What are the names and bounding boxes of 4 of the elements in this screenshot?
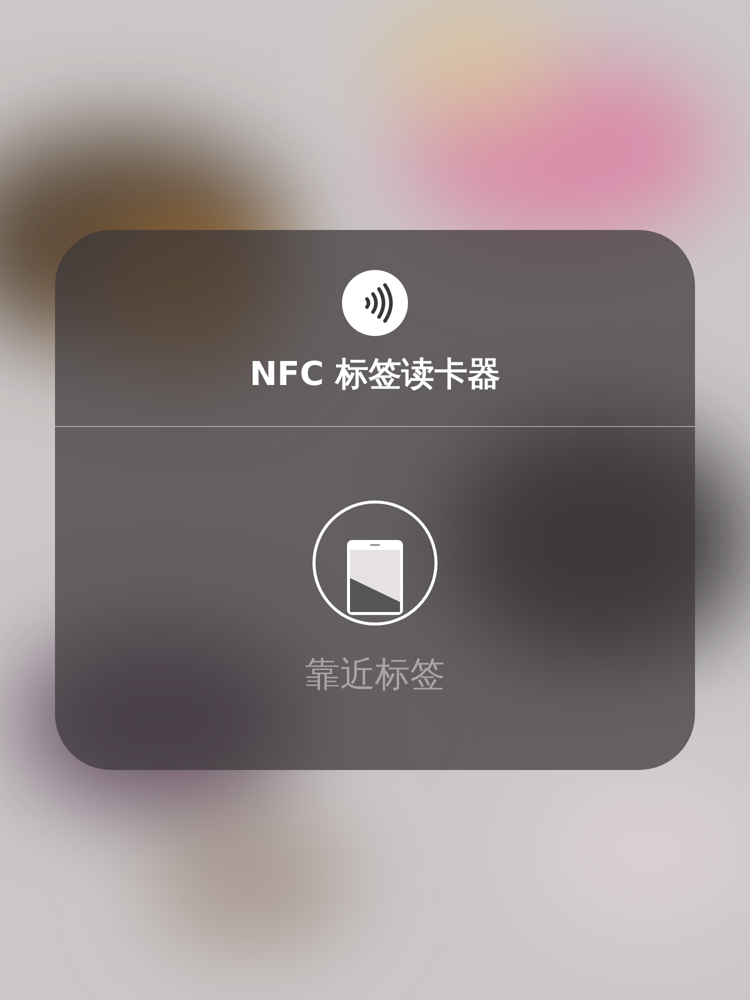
prompt-text: 靠近标签 (305, 654, 445, 696)
phone-scan-icon (312, 500, 438, 626)
nfc-icon (342, 270, 408, 336)
dialog-title: NFC 标签读卡器 (250, 354, 500, 394)
